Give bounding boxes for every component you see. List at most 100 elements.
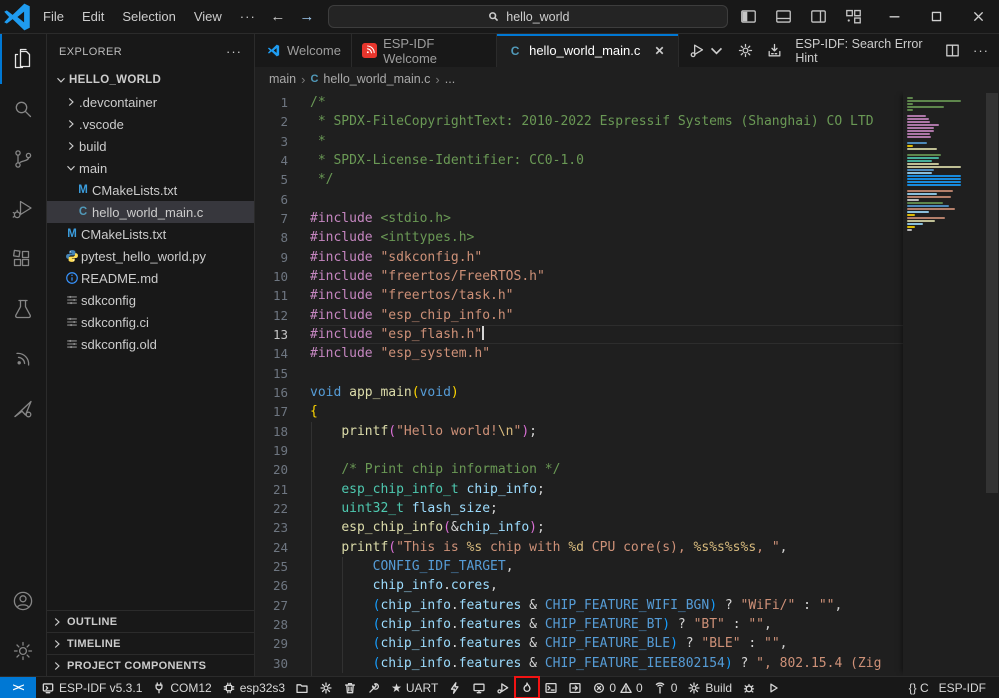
navigate-forward-icon[interactable]: →: [299, 8, 314, 25]
menu-selection[interactable]: Selection: [113, 5, 184, 29]
code-line-14[interactable]: 14#include "esp_system.h": [255, 344, 903, 363]
breadcrumb-item[interactable]: main: [269, 72, 296, 86]
explorer-more-button[interactable]: ···: [226, 44, 242, 59]
code-line-12[interactable]: 12#include "esp_chip_info.h": [255, 306, 903, 325]
code-line-30[interactable]: 30 (chip_info.features & CHIP_FEATURE_IE…: [255, 654, 903, 673]
status-full-clean[interactable]: [338, 677, 362, 698]
status-run-task[interactable]: [761, 677, 785, 698]
explorer-item-sdkconfig[interactable]: sdkconfig: [47, 289, 254, 311]
activitybar-explorer-icon[interactable]: [0, 34, 46, 84]
activitybar-search-icon[interactable]: [0, 84, 46, 134]
activitybar-esp-idf-explorer-icon[interactable]: [0, 384, 46, 434]
code-line-6[interactable]: 6: [255, 190, 903, 209]
code-editor[interactable]: 1/*2 * SPDX-FileCopyrightText: 2010-2022…: [255, 93, 903, 676]
explorer-item-build[interactable]: build: [47, 135, 254, 157]
code-line-29[interactable]: 29 (chip_info.features & CHIP_FEATURE_BL…: [255, 634, 903, 653]
menu-more-button[interactable]: ···: [231, 9, 265, 24]
code-line-19[interactable]: 19: [255, 441, 903, 460]
code-line-1[interactable]: 1/*: [255, 93, 903, 112]
explorer-item-hello-world[interactable]: HELLO_WORLD: [47, 69, 254, 91]
status-menuconfig[interactable]: [314, 677, 338, 698]
activitybar-espressif-idf-icon[interactable]: [0, 334, 46, 384]
code-line-27[interactable]: 27 (chip_info.features & CHIP_FEATURE_WI…: [255, 596, 903, 615]
status-forwarded-ports[interactable]: 0: [648, 677, 683, 698]
code-line-4[interactable]: 4 * SPDX-License-Identifier: CC0-1.0: [255, 151, 903, 170]
status-custom-task[interactable]: [362, 677, 386, 698]
code-line-26[interactable]: 26 chip_info.cores,: [255, 576, 903, 595]
status-debug-alt[interactable]: [737, 677, 761, 698]
menu-edit[interactable]: Edit: [73, 5, 113, 29]
code-line-9[interactable]: 9#include "sdkconfig.h": [255, 248, 903, 267]
breadcrumb-item[interactable]: ...: [445, 72, 455, 86]
status-language-mode[interactable]: {} C: [904, 677, 934, 698]
status-debug[interactable]: [491, 677, 515, 698]
code-line-2[interactable]: 2 * SPDX-FileCopyrightText: 2010-2022 Es…: [255, 112, 903, 131]
code-line-15[interactable]: 15: [255, 364, 903, 383]
code-line-23[interactable]: 23 esp_chip_info(&chip_info);: [255, 518, 903, 537]
toggle-secondary-sidebar-icon[interactable]: [804, 5, 832, 29]
code-line-31[interactable]: 31: [255, 673, 903, 676]
run-or-debug-button[interactable]: [689, 42, 725, 59]
code-line-13[interactable]: 13#include "esp_flash.h": [255, 325, 903, 344]
code-line-7[interactable]: 7#include <stdio.h>: [255, 209, 903, 228]
status-select-project-folder[interactable]: [290, 677, 314, 698]
code-line-10[interactable]: 10#include "freertos/FreeRTOS.h": [255, 267, 903, 286]
toggle-panel-icon[interactable]: [769, 5, 797, 29]
navigate-back-icon[interactable]: ←: [270, 8, 285, 25]
explorer-item-hello-world-main-c[interactable]: Chello_world_main.c: [47, 201, 254, 223]
sidebar-section-project-components[interactable]: PROJECT COMPONENTS: [47, 654, 254, 676]
activitybar-source-control-icon[interactable]: [0, 134, 46, 184]
status-open-terminal[interactable]: [539, 677, 563, 698]
breadcrumb[interactable]: main›Chello_world_main.c›...: [255, 67, 999, 91]
toggle-sidebar-icon[interactable]: [734, 5, 762, 29]
command-center-search[interactable]: hello_world: [328, 5, 728, 28]
scrollbar-thumb[interactable]: [986, 93, 998, 493]
status-problems[interactable]: 00: [587, 677, 647, 698]
tab-welcome[interactable]: Welcome: [255, 34, 352, 67]
explorer-item--devcontainer[interactable]: .devcontainer: [47, 91, 254, 113]
explorer-item-sdkconfig-old[interactable]: sdkconfig.old: [47, 333, 254, 355]
code-line-21[interactable]: 21 esp_chip_info_t chip_info;: [255, 480, 903, 499]
tab-hello-world-main-c[interactable]: Chello_world_main.c: [497, 34, 679, 67]
split-editor-button[interactable]: [944, 42, 961, 59]
status-esp-idf-extension[interactable]: ESP-IDF: [934, 677, 991, 698]
activitybar-testing-icon[interactable]: [0, 284, 46, 334]
search-error-hint-button[interactable]: ESP-IDF: Search Error Hint: [795, 37, 932, 65]
code-line-22[interactable]: 22 uint32_t flash_size;: [255, 499, 903, 518]
status-esp-idf-version[interactable]: ESP-IDF v5.3.1: [36, 677, 147, 698]
code-line-28[interactable]: 28 (chip_info.features & CHIP_FEATURE_BT…: [255, 615, 903, 634]
explorer-item-cmakelists-txt[interactable]: MCMakeLists.txt: [47, 179, 254, 201]
code-line-24[interactable]: 24 printf("This is %s chip with %d CPU c…: [255, 538, 903, 557]
status-build-flash-monitor[interactable]: [515, 677, 539, 698]
activitybar-run-and-debug-icon[interactable]: [0, 184, 46, 234]
sidebar-section-timeline[interactable]: TIMELINE: [47, 632, 254, 654]
activitybar-extensions-icon[interactable]: [0, 234, 46, 284]
tab-esp-idf-welcome[interactable]: ESP-IDF Welcome: [352, 34, 497, 67]
code-line-20[interactable]: 20 /* Print chip information */: [255, 460, 903, 479]
tab-close-icon[interactable]: [650, 42, 668, 60]
status-build-task[interactable]: Build: [682, 677, 737, 698]
editor-more-actions-button[interactable]: ···: [973, 43, 989, 58]
activitybar-accounts-icon[interactable]: [0, 576, 46, 626]
breadcrumb-item[interactable]: hello_world_main.c: [323, 72, 430, 86]
explorer-item-readme-md[interactable]: README.md: [47, 267, 254, 289]
explorer-item--vscode[interactable]: .vscode: [47, 113, 254, 135]
explorer-item-pytest-hello-world-py[interactable]: pytest_hello_world.py: [47, 245, 254, 267]
code-line-17[interactable]: 17{: [255, 402, 903, 421]
status-serial-port[interactable]: COM12: [147, 677, 216, 698]
esp-idf-install-button[interactable]: [766, 42, 783, 59]
window-minimize-button[interactable]: [873, 0, 915, 34]
code-line-11[interactable]: 11#include "freertos/task.h": [255, 286, 903, 305]
configure-gear-button[interactable]: [737, 42, 754, 59]
code-line-25[interactable]: 25 CONFIG_IDF_TARGET,: [255, 557, 903, 576]
code-line-8[interactable]: 8#include <inttypes.h>: [255, 228, 903, 247]
window-maximize-button[interactable]: [915, 0, 957, 34]
activitybar-manage-settings-icon[interactable]: [0, 626, 46, 676]
editor-scrollbar[interactable]: [985, 91, 999, 676]
status-execute-command[interactable]: [563, 677, 587, 698]
code-line-18[interactable]: 18 printf("Hello world!\n");: [255, 422, 903, 441]
sidebar-section-outline[interactable]: OUTLINE: [47, 610, 254, 632]
window-close-button[interactable]: [957, 0, 999, 34]
status-monitor-device[interactable]: [467, 677, 491, 698]
status-set-espressif-target[interactable]: esp32s3: [217, 677, 290, 698]
